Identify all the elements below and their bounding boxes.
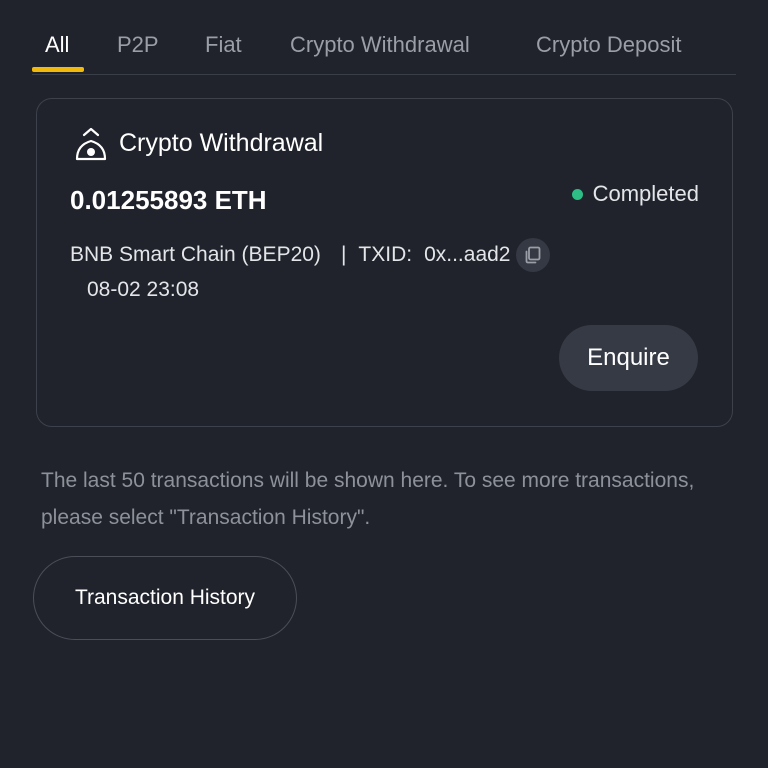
network-label: BNB Smart Chain (BEP20) (70, 243, 321, 266)
transaction-history-button[interactable]: Transaction History (33, 556, 297, 640)
details-separator: | (340, 243, 347, 266)
tab-fiat[interactable]: Fiat (205, 32, 242, 58)
transaction-details: BNB Smart Chain (BEP20) | TXID: 0x...aad… (70, 237, 551, 273)
transaction-card: Crypto Withdrawal 0.01255893 ETH Complet… (36, 98, 733, 427)
active-tab-indicator (32, 67, 84, 72)
tab-crypto-withdrawal[interactable]: Crypto Withdrawal (290, 32, 470, 58)
transaction-time: 08-02 23:08 (87, 278, 200, 301)
txid-value: 0x...aad2 (424, 243, 511, 266)
transaction-amount: 0.01255893 ETH (70, 185, 267, 215)
transaction-type: Crypto Withdrawal (73, 123, 323, 163)
tab-all[interactable]: All (45, 32, 69, 58)
tab-p2p[interactable]: P2P (117, 32, 159, 58)
enquire-button[interactable]: Enquire (559, 325, 698, 391)
withdrawal-icon (73, 123, 109, 163)
status-badge: Completed (571, 181, 699, 207)
status-dot-icon (571, 188, 583, 200)
transaction-type-label: Crypto Withdrawal (119, 128, 324, 157)
copy-icon (526, 246, 541, 264)
history-note: The last 50 transactions will be shown h… (41, 469, 695, 529)
txid-label: TXID: (358, 243, 413, 266)
copy-txid-button[interactable] (516, 238, 551, 272)
status-label: Completed (592, 181, 699, 206)
tab-bar: All P2P Fiat Crypto Withdrawal Crypto De… (32, 20, 736, 75)
tab-crypto-deposit[interactable]: Crypto Deposit (536, 32, 682, 58)
